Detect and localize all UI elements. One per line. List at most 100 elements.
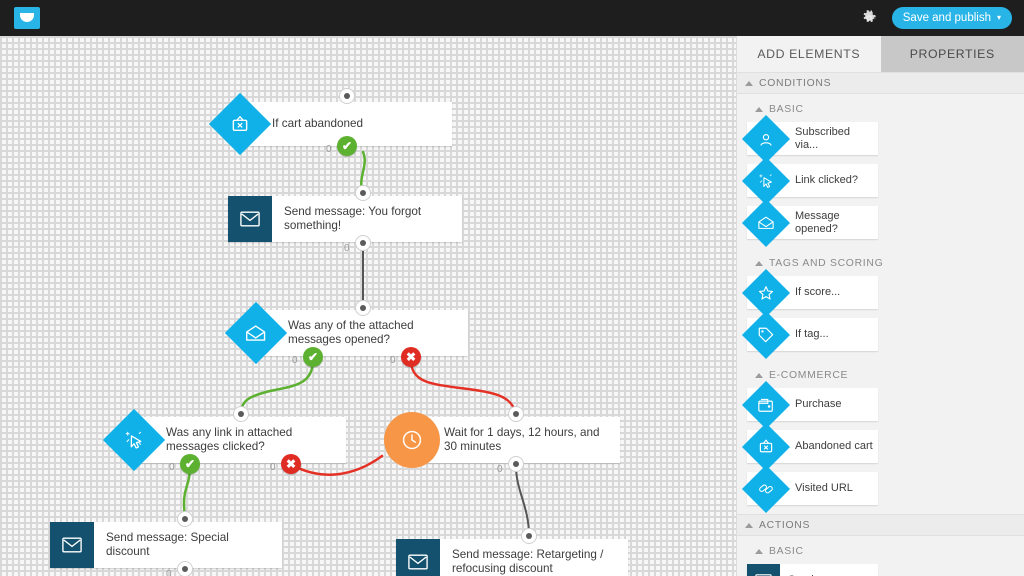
envelope-icon <box>50 522 94 568</box>
port-count: 0 <box>390 355 396 366</box>
palette-group-conditions-basic: Subscribed via... Link clicked? Message … <box>737 114 1024 248</box>
gear-icon[interactable] <box>856 5 882 31</box>
palette-item-message-opened[interactable]: Message opened? <box>741 198 878 247</box>
collapse-triangle-icon <box>755 548 763 554</box>
star-icon <box>741 268 790 317</box>
icon-wrap <box>741 464 790 513</box>
port-count: 0 <box>326 144 332 155</box>
save-and-publish-label: Save and publish <box>902 12 991 24</box>
palette-item-label: Message opened? <box>795 210 840 235</box>
palette-item-label: Link clicked? <box>795 174 858 187</box>
node-port-no[interactable]: ✖ <box>401 347 421 367</box>
tag-icon <box>741 310 790 359</box>
link-chain-icon <box>741 464 790 513</box>
open-envelope-icon <box>741 198 790 247</box>
node-port-in[interactable] <box>355 300 371 316</box>
node-port-in[interactable] <box>508 406 524 422</box>
node-port-out[interactable] <box>508 456 524 472</box>
port-count: 0 <box>169 462 175 473</box>
icon-wrap <box>741 310 790 359</box>
subsection-header-conditions-basic[interactable]: BASIC <box>737 98 1024 120</box>
section-title: ACTIONS <box>759 519 811 531</box>
collapse-triangle-icon <box>745 522 753 528</box>
tab-properties[interactable]: PROPERTIES <box>880 36 1024 72</box>
subsection-title: BASIC <box>769 545 804 557</box>
subsection-title: TAGS AND SCORING <box>769 257 884 269</box>
icon-wrap <box>741 268 790 317</box>
port-count: 0 <box>497 464 503 475</box>
node-port-yes[interactable]: ✔ <box>180 454 200 474</box>
icon-wrap <box>741 114 790 163</box>
palette-group-conditions-ecommerce: Purchase Abandoned cart Visited URL <box>737 380 1024 514</box>
node-link-clicked[interactable]: Was any link in attached messages clicke… <box>102 408 346 472</box>
section-header-conditions[interactable]: CONDITIONS <box>737 72 1024 94</box>
wallet-icon <box>741 380 790 429</box>
node-port-out[interactable] <box>355 235 371 251</box>
node-port-in[interactable] <box>177 511 193 527</box>
node-label: Was any link in attached messages clicke… <box>166 426 293 453</box>
node-label: Wait for 1 days, 12 hours, and 30 minute… <box>444 426 600 453</box>
node-label: Was any of the attached messages opened? <box>288 319 414 346</box>
palette-item-purchase[interactable]: Purchase <box>741 380 878 429</box>
workflow-canvas[interactable]: If cart abandoned ✔ 0 Send message: You … <box>0 36 736 576</box>
node-port-in[interactable] <box>233 406 249 422</box>
top-bar: Save and publish ▾ <box>0 0 1024 36</box>
palette-item-label: Abandoned cart <box>795 440 873 453</box>
node-port-yes[interactable]: ✔ <box>303 347 323 367</box>
port-count: 0 <box>270 462 276 473</box>
palette-item-send-message[interactable]: Send message <box>747 564 878 576</box>
save-and-publish-button[interactable]: Save and publish ▾ <box>891 7 1012 29</box>
palette-item-label: If score... <box>795 286 841 299</box>
palette-item-if-tag[interactable]: If tag... <box>741 310 878 359</box>
icon-wrap <box>741 380 790 429</box>
node-send-message-special-discount[interactable]: Send message: Special discount <box>50 522 282 568</box>
palette-item-label: If tag... <box>795 328 829 341</box>
tab-add-elements[interactable]: ADD ELEMENTS <box>737 36 881 72</box>
palette-item-abandoned-cart[interactable]: Abandoned cart <box>741 422 878 471</box>
section-header-actions[interactable]: ACTIONS <box>737 514 1024 536</box>
icon-wrap <box>741 198 790 247</box>
click-cursor-icon <box>741 156 790 205</box>
port-count: 0 <box>344 243 350 254</box>
section-title: CONDITIONS <box>759 77 832 89</box>
collapse-triangle-icon <box>745 80 753 86</box>
subsection-header-conditions-tags[interactable]: TAGS AND SCORING <box>737 252 1024 274</box>
right-panel: ADD ELEMENTS PROPERTIES CONDITIONS BASIC… <box>736 36 1024 576</box>
node-messages-opened[interactable]: Was any of the attached messages opened? <box>224 301 468 365</box>
port-count: 0 <box>292 355 298 366</box>
panel-tabs: ADD ELEMENTS PROPERTIES <box>737 36 1024 72</box>
shopping-basket-icon <box>741 422 790 471</box>
person-icon <box>741 114 790 163</box>
palette-item-label: Purchase <box>795 398 842 411</box>
palette-item-label: Subscribed via... <box>795 126 851 151</box>
subsection-title: E-COMMERCE <box>769 369 849 381</box>
collapse-triangle-icon <box>755 372 763 378</box>
icon-wrap <box>741 156 790 205</box>
node-send-message-retargeting[interactable]: Send message: Retargeting / refocusing d… <box>396 539 628 576</box>
node-port-yes[interactable]: ✔ <box>337 136 357 156</box>
envelope-icon <box>747 564 780 576</box>
palette-group-actions-basic: Send message Copy to campaign Move to ca… <box>737 562 1024 576</box>
node-port-in[interactable] <box>339 88 355 104</box>
node-port-in[interactable] <box>355 185 371 201</box>
palette-item-link-clicked[interactable]: Link clicked? <box>741 156 878 205</box>
envelope-icon <box>228 196 272 242</box>
palette-item-label: Visited URL <box>795 482 853 495</box>
subsection-header-conditions-ecommerce[interactable]: E-COMMERCE <box>737 364 1024 386</box>
port-count: 0 <box>166 569 172 576</box>
clock-icon <box>384 412 440 468</box>
node-port-out[interactable] <box>177 561 193 576</box>
palette-item-subscribed-via[interactable]: Subscribed via... <box>741 114 878 163</box>
palette-item-visited-url[interactable]: Visited URL <box>741 464 878 513</box>
palette-group-conditions-tags: If score... If tag... <box>737 268 1024 360</box>
collapse-triangle-icon <box>755 106 763 112</box>
envelope-logo-icon[interactable] <box>14 7 40 29</box>
node-port-in[interactable] <box>521 528 537 544</box>
palette-item-if-score[interactable]: If score... <box>741 268 878 317</box>
collapse-triangle-icon <box>755 260 763 266</box>
envelope-icon <box>396 539 440 576</box>
subsection-header-actions-basic[interactable]: BASIC <box>737 540 1024 562</box>
chevron-down-icon: ▾ <box>996 13 1001 22</box>
node-port-no[interactable]: ✖ <box>281 454 301 474</box>
node-send-message-forgot[interactable]: Send message: You forgot something! <box>228 196 462 242</box>
